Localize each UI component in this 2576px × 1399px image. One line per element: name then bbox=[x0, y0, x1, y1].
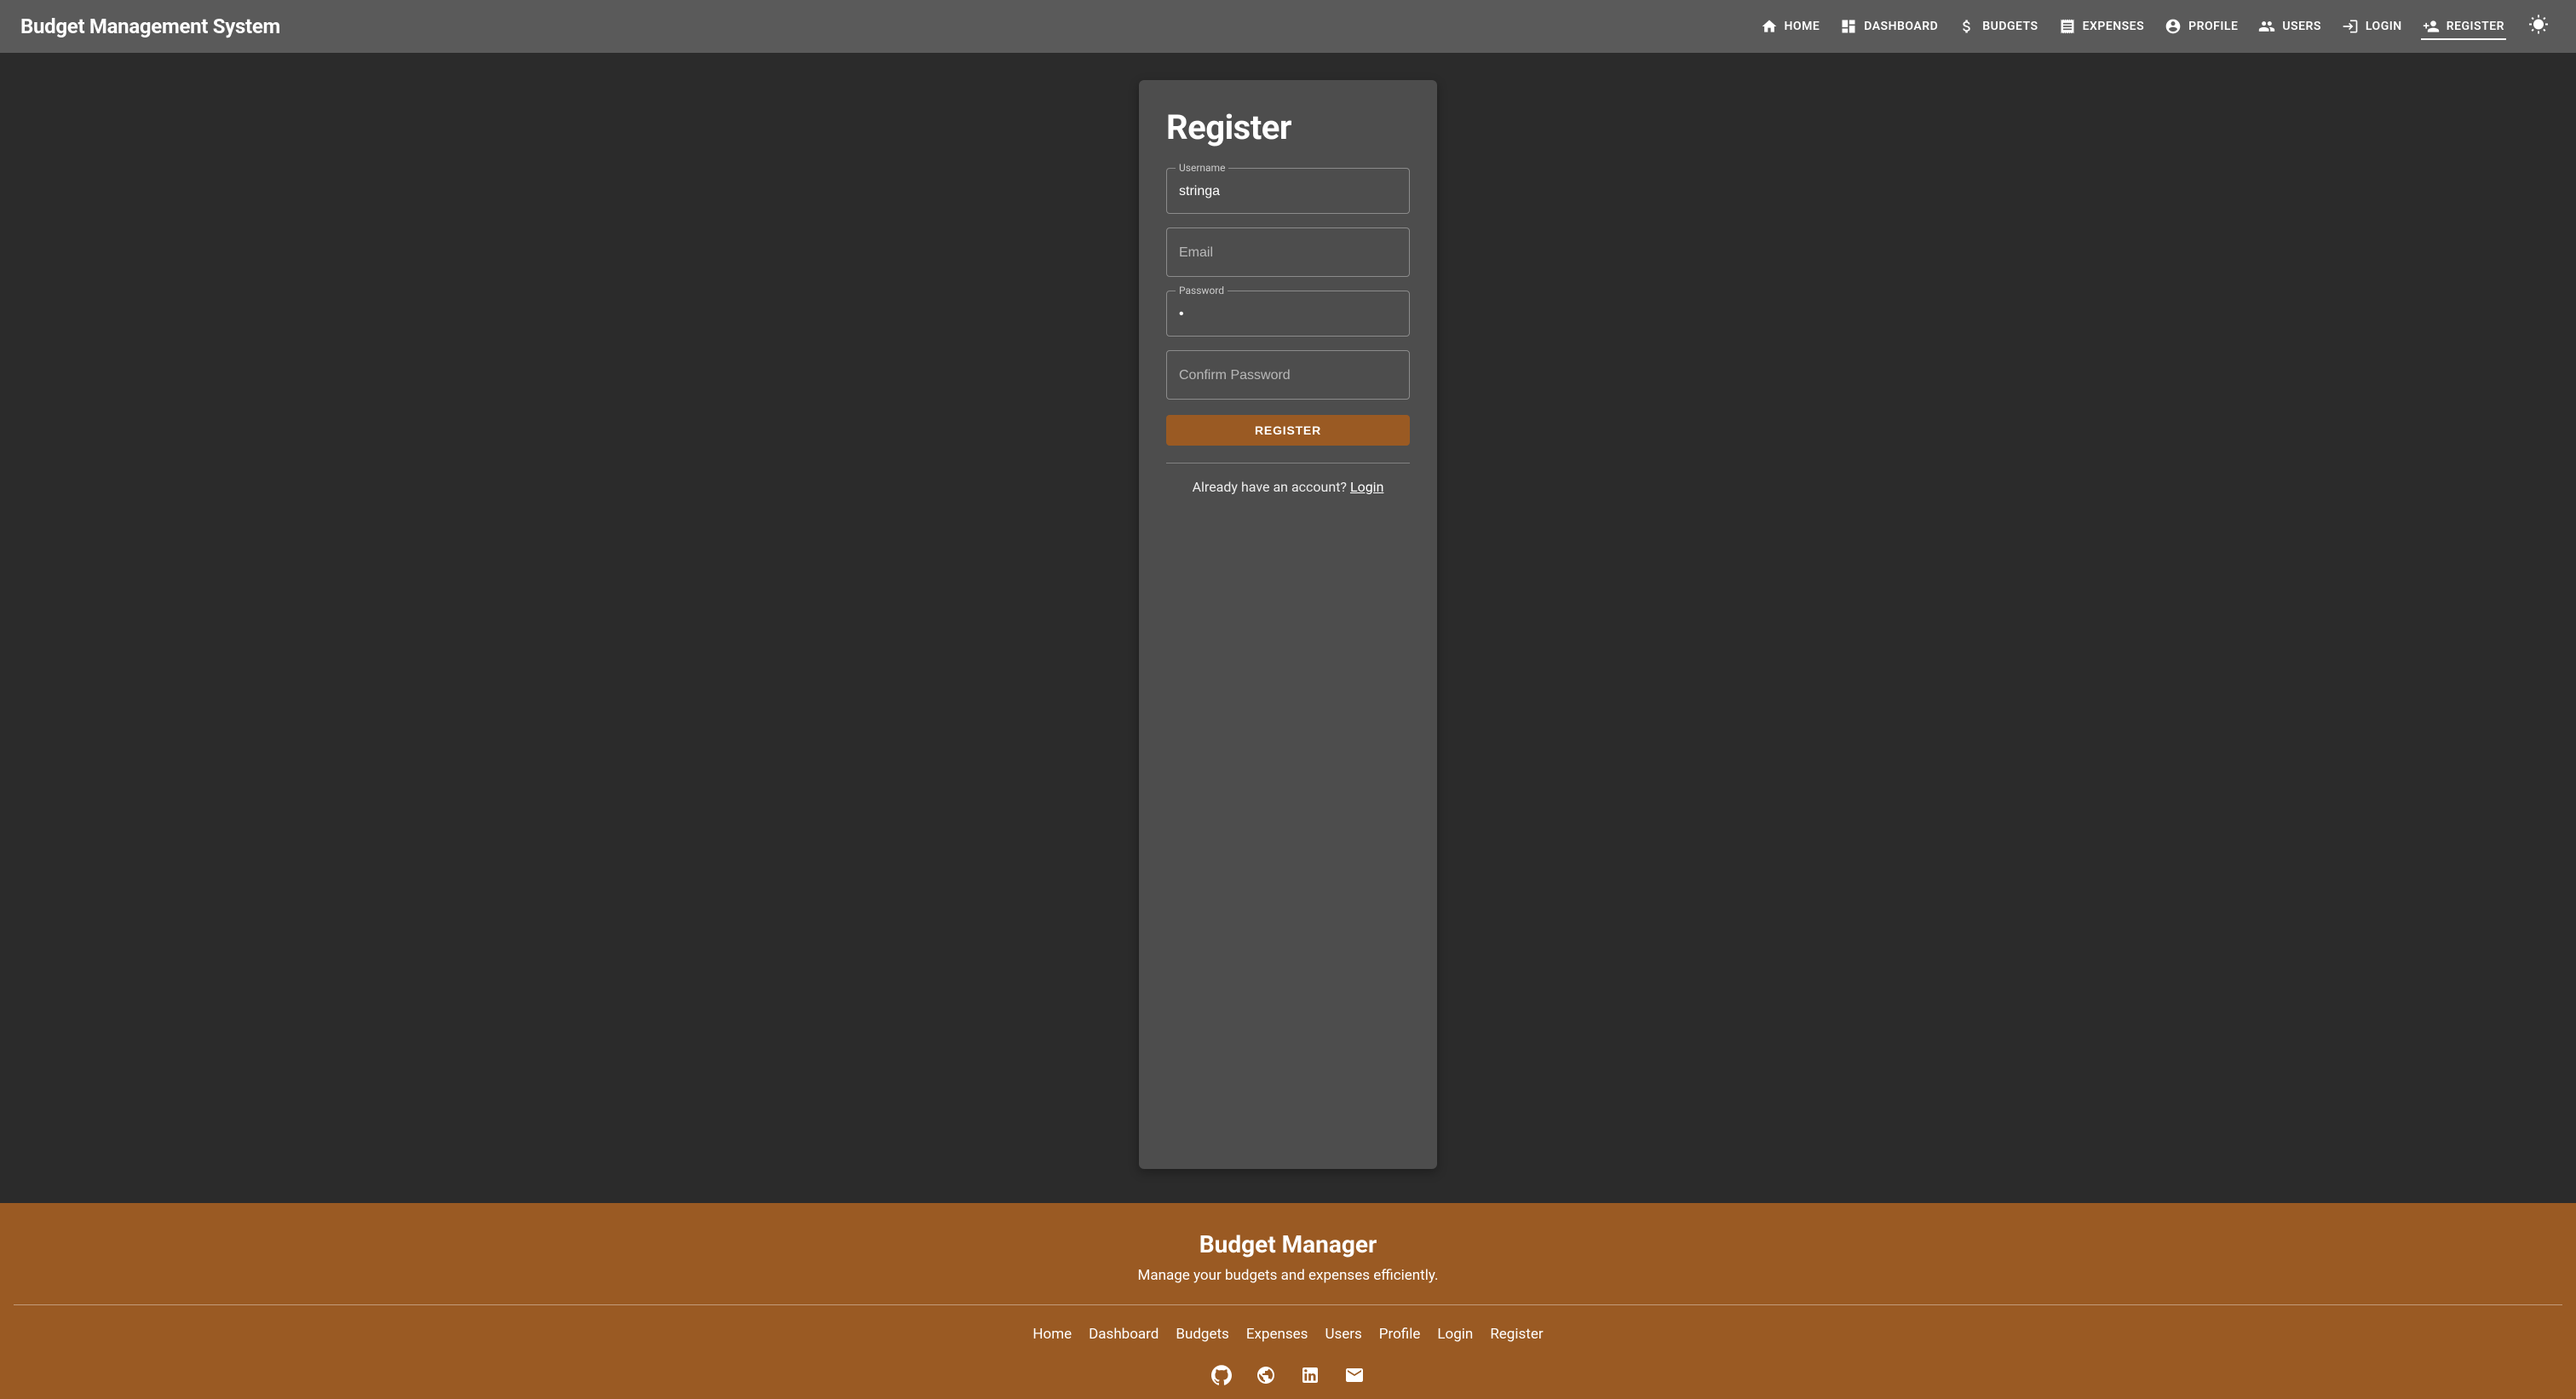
dashboard-icon bbox=[1840, 18, 1857, 35]
prompt-text: Already have an account? bbox=[1193, 479, 1350, 495]
sun-icon bbox=[2528, 14, 2549, 38]
password-label: Password bbox=[1176, 285, 1228, 296]
home-icon bbox=[1761, 18, 1778, 35]
mail-icon[interactable] bbox=[1344, 1365, 1365, 1385]
register-title: Register bbox=[1166, 107, 1410, 147]
footer-link-profile[interactable]: Profile bbox=[1379, 1326, 1421, 1343]
brand-title: Budget Management System bbox=[20, 14, 1751, 38]
nav-profile[interactable]: PROFILE bbox=[2154, 8, 2248, 45]
nav-label: HOME bbox=[1785, 20, 1820, 33]
footer-link-budgets[interactable]: Budgets bbox=[1176, 1326, 1228, 1343]
nav-label: USERS bbox=[2282, 20, 2321, 33]
footer-link-register[interactable]: Register bbox=[1490, 1326, 1543, 1343]
person-add-icon bbox=[2423, 18, 2440, 35]
main-content: Register Username Password REGISTER Alre… bbox=[0, 53, 2576, 1203]
username-field-wrap: Username bbox=[1166, 168, 1410, 214]
nav-label: REGISTER bbox=[2447, 20, 2504, 33]
email-field-wrap bbox=[1166, 227, 1410, 277]
footer: Budget Manager Manage your budgets and e… bbox=[0, 1203, 2576, 1399]
footer-link-users[interactable]: Users bbox=[1325, 1326, 1361, 1343]
nav-label: LOGIN bbox=[2366, 20, 2402, 33]
confirm-field-wrap bbox=[1166, 350, 1410, 400]
confirm-password-input[interactable] bbox=[1179, 368, 1397, 383]
nav-home[interactable]: HOME bbox=[1751, 8, 1831, 45]
email-input[interactable] bbox=[1179, 245, 1397, 261]
login-prompt: Already have an account? Login bbox=[1166, 479, 1410, 495]
footer-link-expenses[interactable]: Expenses bbox=[1246, 1326, 1308, 1343]
register-button[interactable]: REGISTER bbox=[1166, 415, 1410, 446]
nav-label: PROFILE bbox=[2188, 20, 2238, 33]
nav-dashboard[interactable]: DASHBOARD bbox=[1830, 8, 1948, 45]
nav-expenses[interactable]: EXPENSES bbox=[2049, 8, 2155, 45]
theme-toggle-button[interactable] bbox=[2521, 9, 2556, 43]
footer-links: Home Dashboard Budgets Expenses Users Pr… bbox=[14, 1326, 2562, 1343]
github-icon[interactable] bbox=[1211, 1365, 1232, 1385]
footer-subtitle: Manage your budgets and expenses efficie… bbox=[14, 1267, 2562, 1284]
nav-register[interactable]: REGISTER bbox=[2412, 8, 2515, 45]
register-card: Register Username Password REGISTER Alre… bbox=[1139, 80, 1437, 1169]
nav-login[interactable]: LOGIN bbox=[2332, 8, 2412, 45]
login-icon bbox=[2342, 18, 2359, 35]
footer-link-home[interactable]: Home bbox=[1032, 1326, 1072, 1343]
nav-budgets[interactable]: BUDGETS bbox=[1948, 8, 2048, 45]
username-label: Username bbox=[1176, 162, 1228, 174]
main-nav: HOME DASHBOARD BUDGETS EXPENSES PROFILE … bbox=[1751, 8, 2556, 45]
footer-link-login[interactable]: Login bbox=[1437, 1326, 1473, 1343]
password-input[interactable] bbox=[1179, 307, 1397, 322]
username-input[interactable] bbox=[1179, 184, 1397, 199]
footer-divider bbox=[14, 1304, 2562, 1305]
app-header: Budget Management System HOME DASHBOARD … bbox=[0, 0, 2576, 53]
nav-users[interactable]: USERS bbox=[2248, 8, 2332, 45]
nav-label: EXPENSES bbox=[2083, 20, 2145, 33]
nav-label: BUDGETS bbox=[1982, 20, 2038, 33]
footer-title: Budget Manager bbox=[14, 1230, 2562, 1258]
globe-icon[interactable] bbox=[1256, 1365, 1276, 1385]
linkedin-icon[interactable] bbox=[1300, 1365, 1320, 1385]
password-field-wrap: Password bbox=[1166, 291, 1410, 337]
login-link[interactable]: Login bbox=[1350, 479, 1383, 495]
receipt-icon bbox=[2059, 18, 2076, 35]
users-icon bbox=[2258, 18, 2275, 35]
footer-social bbox=[14, 1365, 2562, 1385]
nav-label: DASHBOARD bbox=[1864, 20, 1938, 33]
account-icon bbox=[2165, 18, 2182, 35]
dollar-icon bbox=[1958, 18, 1975, 35]
footer-link-dashboard[interactable]: Dashboard bbox=[1089, 1326, 1159, 1343]
